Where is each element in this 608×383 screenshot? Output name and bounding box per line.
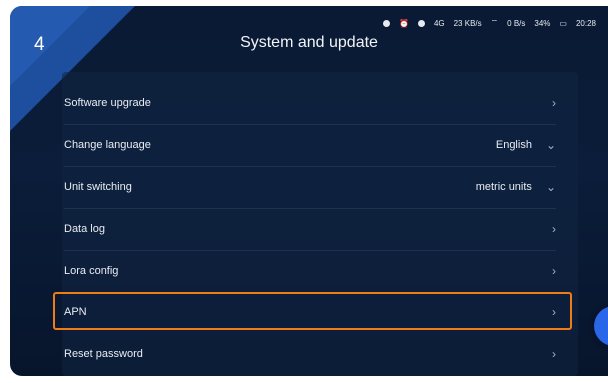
apn-highlight-box [53, 292, 572, 330]
setting-software-upgrade[interactable]: Software upgrade › [64, 83, 556, 123]
setting-change-language[interactable]: Change language English ⌄ [64, 125, 556, 165]
clock: 20:28 [575, 18, 596, 28]
setting-label: Software upgrade [64, 97, 151, 109]
setting-lora-config[interactable]: Lora config › [64, 251, 556, 291]
setting-unit-switching[interactable]: Unit switching metric units ⌄ [64, 167, 556, 207]
alarm-icon: ⏰ [398, 18, 409, 28]
location-icon [417, 19, 425, 27]
chevron-down-icon: ⌄ [545, 138, 556, 152]
status-bar: ⏰ 4G 23 KB/s ⌔ 0 B/s 34% ▭ 20:28 [382, 18, 596, 28]
chevron-down-icon: ⌄ [545, 180, 556, 194]
chevron-right-icon: › [552, 347, 556, 361]
chevron-right-icon: › [552, 96, 556, 110]
wifi-speed: 0 B/s [507, 18, 526, 28]
setting-label: Reset password [64, 348, 143, 360]
chevron-right-icon: › [552, 264, 556, 278]
language-value: English [495, 139, 532, 151]
battery-icon: ▭ [559, 18, 567, 28]
data-speed: 23 KB/s [453, 18, 482, 28]
wifi-icon: ⌔ [490, 18, 499, 27]
battery-level: 34% [534, 18, 551, 28]
setting-data-log[interactable]: Data log › [64, 209, 556, 249]
setting-label: Unit switching [64, 181, 132, 193]
setting-label: Change language [64, 139, 151, 151]
unit-value: metric units [475, 181, 532, 193]
chevron-right-icon: › [552, 222, 556, 236]
page-title: System and update [240, 34, 378, 51]
setting-label: Lora config [64, 265, 119, 277]
signal-strength: 4G [433, 18, 445, 28]
setting-reset-password[interactable]: Reset password › [64, 334, 556, 374]
notification-icon [382, 19, 390, 27]
setting-label: Data log [64, 223, 105, 235]
